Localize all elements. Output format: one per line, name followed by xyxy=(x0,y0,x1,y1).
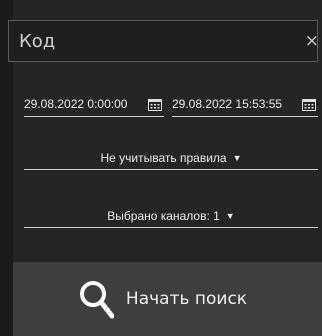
calendar-icon[interactable] xyxy=(302,98,316,111)
date-to-field[interactable]: 29.08.2022 15:53:55 xyxy=(172,92,318,117)
caret-down-icon: ▼ xyxy=(232,153,242,163)
date-to-value: 29.08.2022 15:53:55 xyxy=(172,97,283,111)
rules-select-value: Не учитывать правила xyxy=(100,151,227,165)
rules-select[interactable]: Не учитывать правила ▼ xyxy=(24,147,318,170)
caret-down-icon: ▼ xyxy=(225,211,235,221)
search-icon xyxy=(79,281,114,319)
close-icon[interactable]: × xyxy=(305,31,319,51)
code-input[interactable] xyxy=(9,30,289,52)
channels-select-value: Выбрано каналов: 1 xyxy=(107,209,220,223)
code-field[interactable]: × xyxy=(8,20,319,62)
date-from-value: 29.08.2022 0:00:00 xyxy=(24,97,128,111)
start-search-label: Начать поиск xyxy=(125,289,248,309)
start-search-button[interactable]: Начать поиск xyxy=(13,262,322,336)
calendar-icon[interactable] xyxy=(148,98,162,111)
channels-select[interactable]: Выбрано каналов: 1 ▼ xyxy=(24,205,318,228)
date-from-field[interactable]: 29.08.2022 0:00:00 xyxy=(24,92,164,117)
